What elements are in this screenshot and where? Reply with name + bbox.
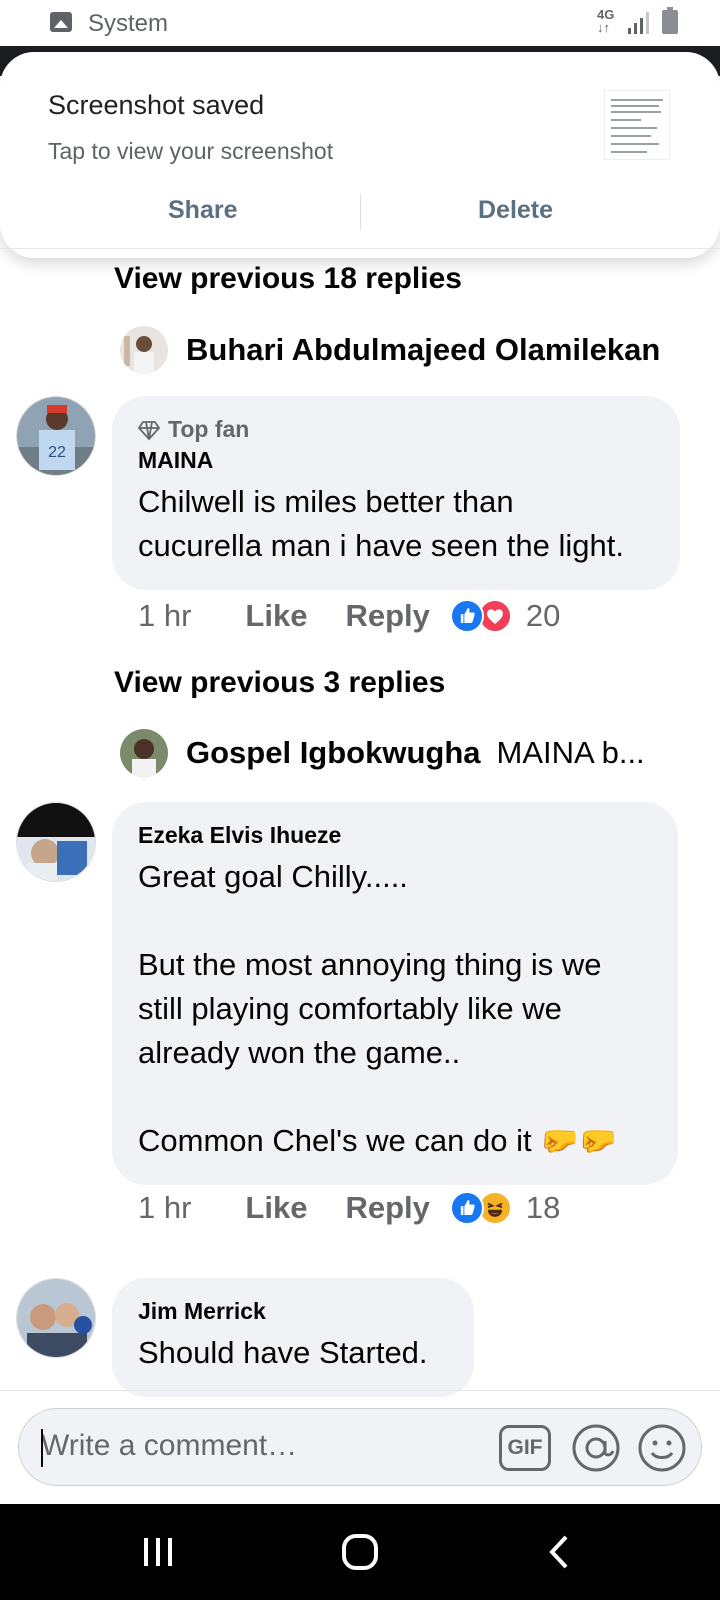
mention-icon[interactable] (569, 1421, 623, 1475)
like-button[interactable]: Like (245, 598, 307, 634)
svg-text:22: 22 (48, 444, 66, 461)
comment-bubble[interactable]: Jim Merrick Should have Started. (112, 1278, 474, 1397)
comment-author[interactable]: MAINA (138, 447, 654, 474)
comment-author[interactable]: Ezeka Elvis Ihueze (138, 822, 652, 849)
like-button[interactable]: Like (245, 1190, 307, 1226)
comment-actions: 1 hr Like Reply 18 (138, 1186, 560, 1230)
like-icon (449, 599, 484, 633)
back-icon[interactable] (540, 1532, 580, 1572)
reactions[interactable] (449, 1191, 514, 1225)
toast-subtitle[interactable]: Tap to view your screenshot (48, 138, 333, 165)
comment-actions: 1 hr Like Reply 20 (138, 594, 560, 638)
reactions[interactable] (449, 599, 514, 633)
toast-divider (360, 194, 361, 230)
comment-text: Should have Started. (138, 1335, 428, 1370)
delete-button[interactable]: Delete (478, 196, 553, 225)
share-button[interactable]: Share (168, 196, 237, 225)
reply-preview-name[interactable]: Buhari Abdulmajeed Olamilekan (186, 332, 660, 368)
reaction-count[interactable]: 18 (526, 1190, 560, 1226)
network-type-label: 4G ↓↑ (597, 7, 615, 35)
reply-button[interactable]: Reply (345, 598, 429, 634)
emoji-icon[interactable] (635, 1421, 689, 1475)
view-previous-replies-link[interactable]: View previous 18 replies (114, 262, 462, 296)
gif-icon[interactable]: GIF (499, 1425, 551, 1471)
like-icon (449, 1191, 484, 1225)
avatar[interactable] (120, 326, 168, 374)
reply-preview[interactable]: Buhari Abdulmajeed Olamilekan (120, 325, 660, 375)
reply-preview[interactable]: Gospel Igbokwugha MAINA b... (120, 728, 645, 778)
battery-icon (662, 7, 678, 34)
reply-preview-name[interactable]: Gospel Igbokwugha (186, 735, 481, 771)
reaction-count[interactable]: 20 (526, 598, 560, 634)
view-previous-replies-link[interactable]: View previous 3 replies (114, 666, 445, 700)
comment-text: Chilwell is miles better than cucurella … (138, 484, 624, 563)
comment-bubble[interactable]: Top fan MAINA Chilwell is miles better t… (112, 396, 680, 590)
avatar[interactable] (16, 1278, 96, 1358)
comment-time[interactable]: 1 hr (138, 598, 191, 634)
avatar[interactable]: 22 (16, 396, 96, 476)
screenshot-thumbnail[interactable] (604, 90, 670, 160)
home-icon[interactable] (340, 1532, 380, 1572)
comment-input[interactable]: Write a comment… (41, 1429, 297, 1463)
status-app-label: System (88, 10, 169, 37)
reply-button[interactable]: Reply (345, 1190, 429, 1226)
text-cursor (41, 1429, 43, 1467)
status-bar: System 4G ↓↑ (0, 0, 720, 46)
comment-text: Great goal Chilly..... But the most anno… (138, 859, 618, 1158)
image-icon (50, 12, 72, 32)
divider (0, 1390, 720, 1391)
toast-title: Screenshot saved (48, 90, 265, 120)
avatar[interactable] (120, 729, 168, 777)
comment-time[interactable]: 1 hr (138, 1190, 191, 1226)
recent-apps-icon[interactable] (138, 1532, 178, 1572)
comment-composer[interactable]: Write a comment… GIF (18, 1408, 702, 1486)
top-fan-badge: Top fan (138, 416, 654, 443)
screenshot-toast[interactable]: Screenshot saved Tap to view your screen… (0, 52, 720, 258)
signal-icon (628, 12, 650, 34)
diamond-icon (138, 420, 160, 440)
reply-preview-text[interactable]: MAINA b... (497, 735, 645, 771)
system-navigation-bar (0, 1504, 720, 1600)
avatar[interactable] (16, 802, 96, 882)
divider (0, 248, 720, 249)
comment-bubble[interactable]: Ezeka Elvis Ihueze Great goal Chilly....… (112, 802, 678, 1185)
comment-author[interactable]: Jim Merrick (138, 1298, 448, 1325)
